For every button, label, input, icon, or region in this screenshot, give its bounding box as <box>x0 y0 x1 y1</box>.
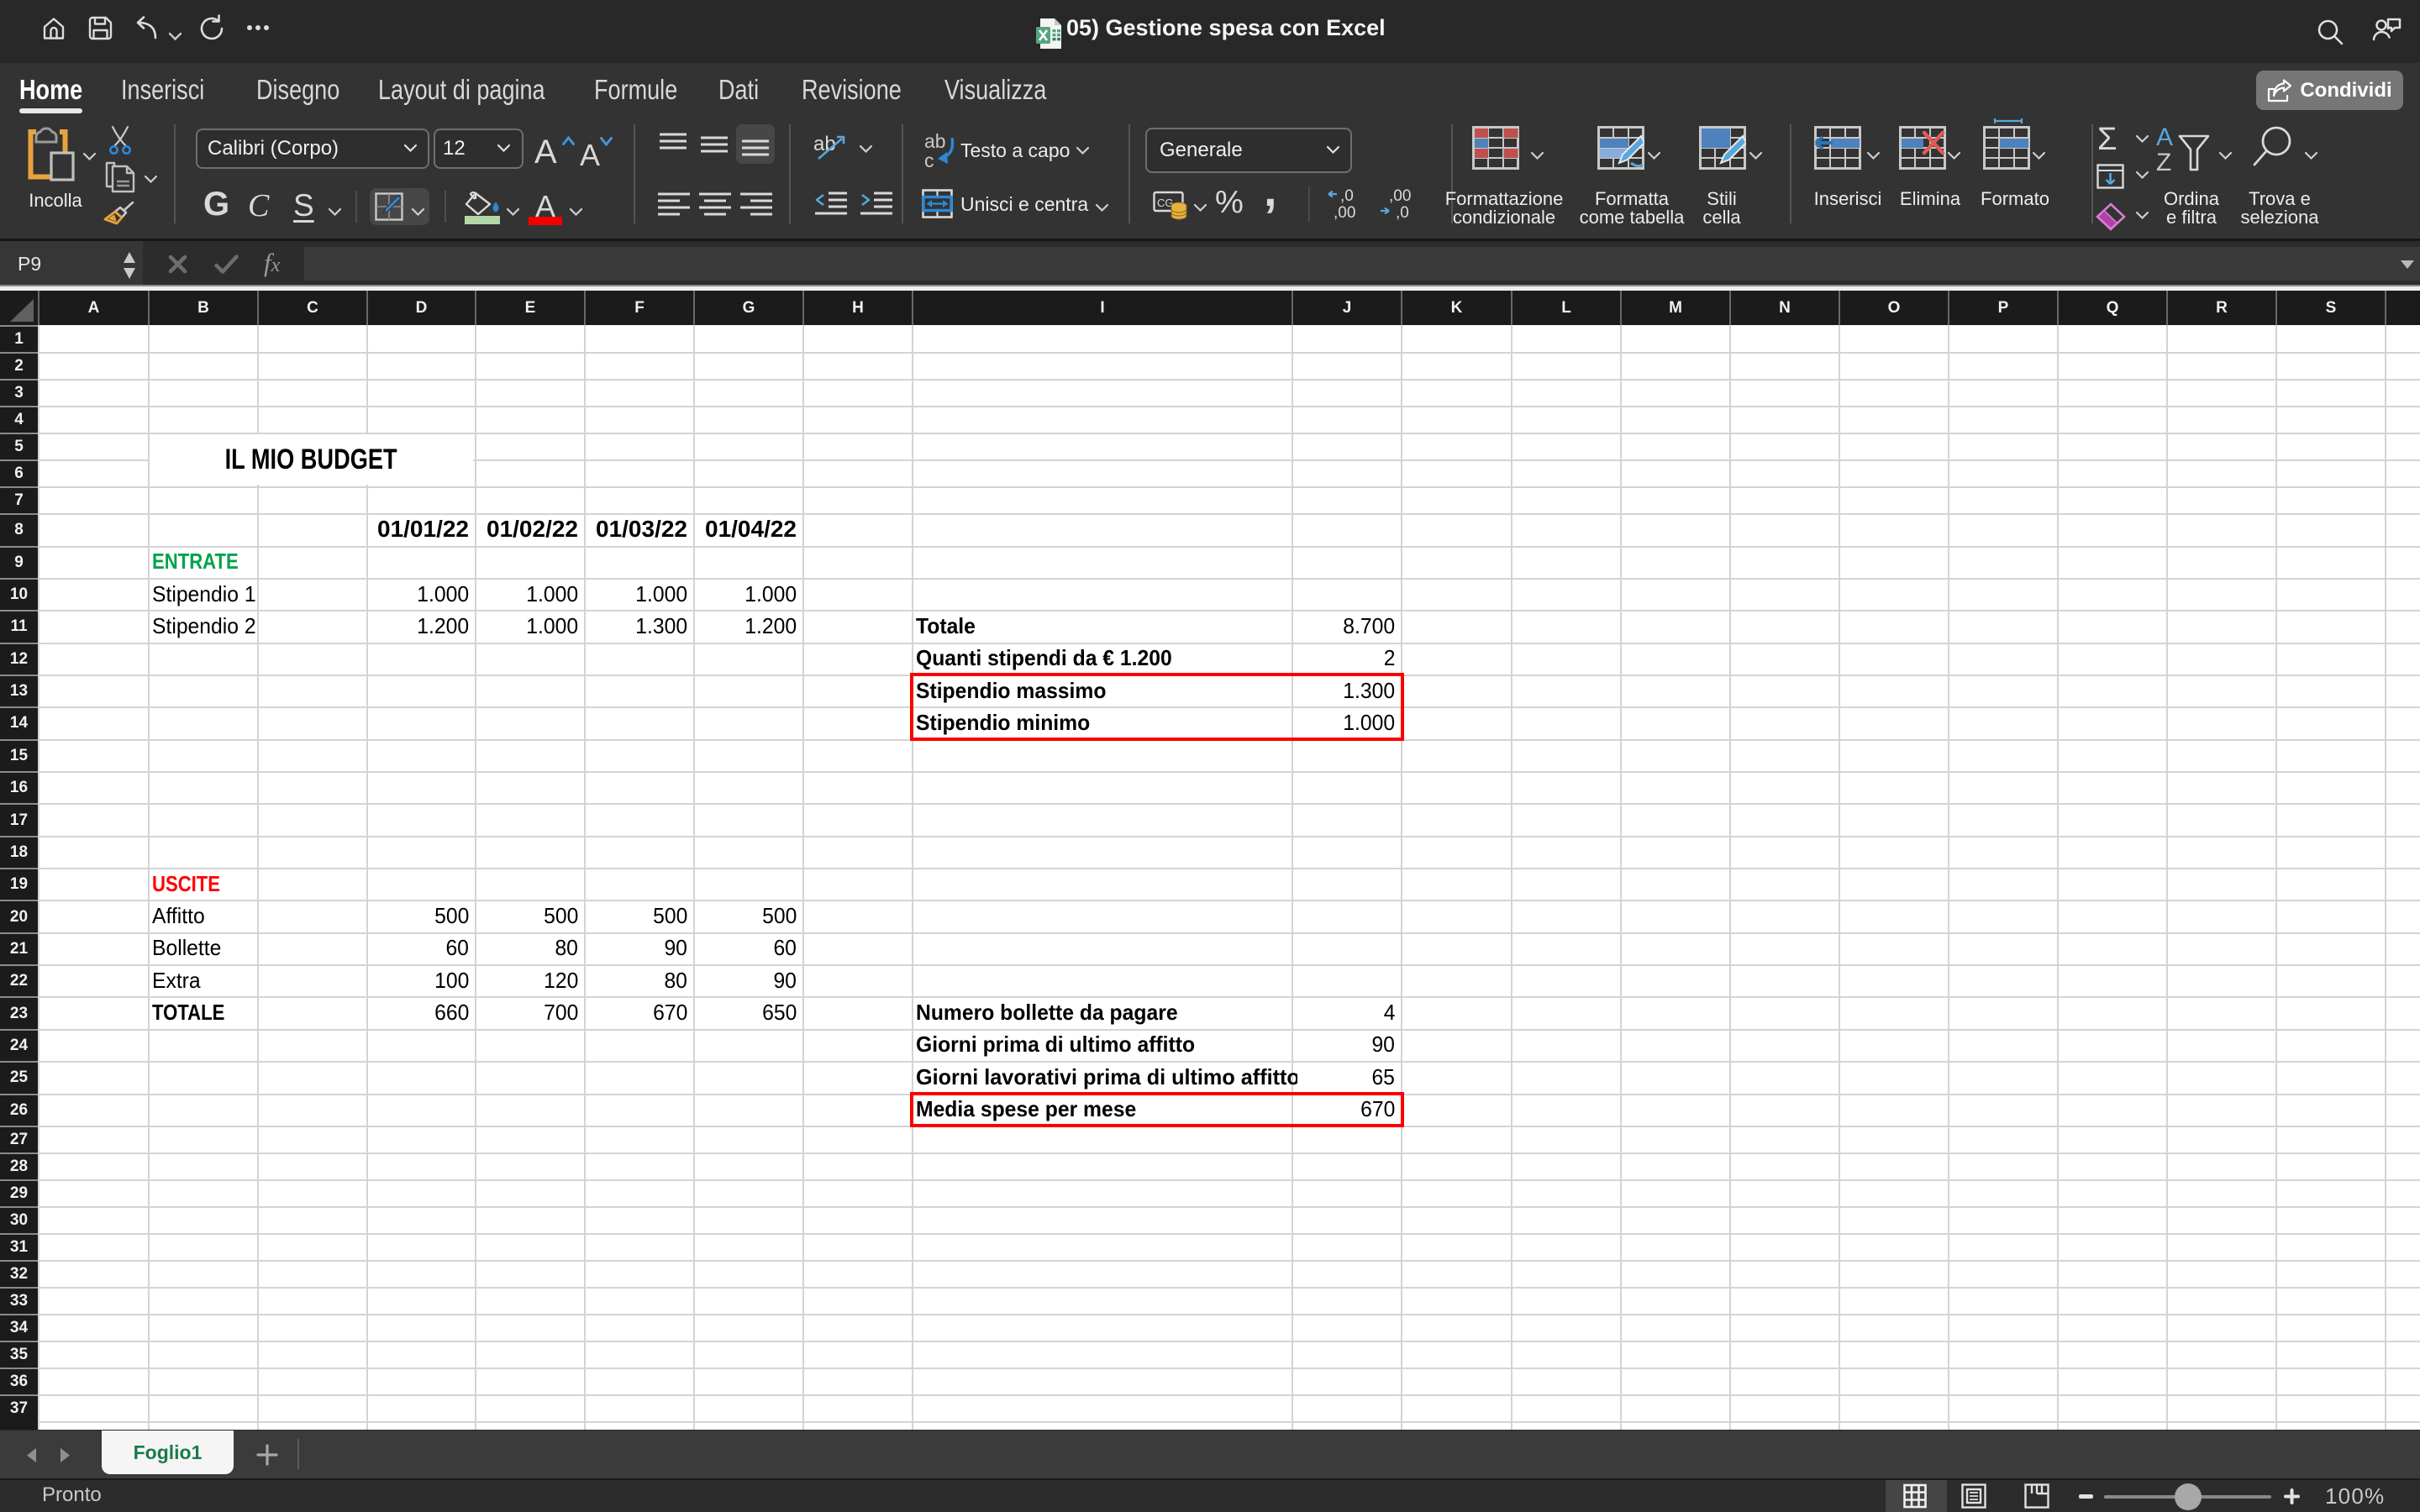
svg-text:,00: ,00 <box>1334 204 1355 221</box>
svg-text:c: c <box>924 150 934 171</box>
svg-text:,0: ,0 <box>1340 187 1354 205</box>
svg-text:ab: ab <box>813 133 836 155</box>
